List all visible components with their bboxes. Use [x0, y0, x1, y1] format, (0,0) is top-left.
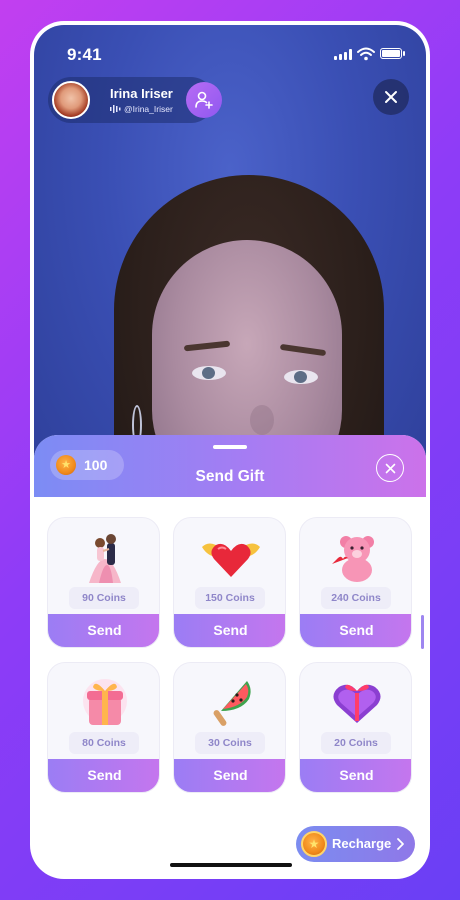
gift-card[interactable]: 30 Coins Send — [173, 662, 286, 793]
close-live-button[interactable] — [373, 79, 409, 115]
scrollbar-thumb[interactable] — [421, 615, 424, 649]
cellular-signal-icon — [334, 49, 352, 60]
coin-icon: ★ — [301, 831, 327, 857]
close-sheet-button[interactable] — [376, 454, 404, 482]
phone-frame: 9:41 Irina Iriser @Irina_Iriser ★ 100 Se… — [30, 21, 430, 879]
streamer-handle: @Irina_Iriser — [124, 104, 173, 114]
wifi-icon — [357, 47, 375, 61]
gift-grid: 90 Coins Send 150 Coins Send 240 Coins S… — [47, 517, 413, 793]
home-indicator[interactable] — [170, 863, 292, 867]
add-user-icon — [195, 91, 213, 109]
streamer-nose — [250, 405, 274, 435]
gift-card[interactable]: 20 Coins Send — [299, 662, 412, 793]
heart-chocolate-box-icon — [300, 671, 411, 733]
chevron-right-icon — [397, 838, 404, 850]
streamer-eye — [284, 370, 318, 384]
gift-price: 80 Coins — [69, 732, 139, 754]
send-gift-button[interactable]: Send — [174, 614, 285, 647]
send-gift-button[interactable]: Send — [48, 759, 159, 792]
app-screen: 9:41 Irina Iriser @Irina_Iriser ★ 100 Se… — [34, 25, 426, 875]
watermelon-popsicle-icon — [174, 671, 285, 733]
follow-button[interactable] — [186, 82, 222, 118]
streamer-profile-pill[interactable]: Irina Iriser @Irina_Iriser — [48, 77, 222, 123]
teddy-bear-icon — [300, 526, 411, 588]
status-bar: 9:41 — [34, 25, 426, 75]
gift-card[interactable]: 80 Coins Send — [47, 662, 160, 793]
send-gift-button[interactable]: Send — [300, 759, 411, 792]
gift-price: 90 Coins — [69, 587, 139, 609]
gift-price: 20 Coins — [321, 732, 391, 754]
send-gift-sheet: ★ 100 Send Gift 90 Coins Send 150 Coins … — [34, 435, 426, 875]
streamer-eye — [192, 366, 226, 380]
status-time: 9:41 — [67, 45, 102, 64]
send-gift-button[interactable]: Send — [300, 614, 411, 647]
gift-box-icon — [48, 671, 159, 733]
close-icon — [385, 91, 397, 103]
gift-price: 240 Coins — [321, 587, 391, 609]
recharge-label: Recharge — [332, 836, 392, 851]
close-icon — [385, 463, 395, 473]
battery-icon — [380, 48, 402, 59]
gift-card[interactable]: 240 Coins Send — [299, 517, 412, 648]
voice-wave-icon — [110, 105, 121, 113]
drag-handle[interactable] — [213, 445, 247, 449]
streamer-name: Irina Iriser — [110, 86, 173, 101]
send-gift-button[interactable]: Send — [174, 759, 285, 792]
sheet-title: Send Gift — [195, 468, 265, 485]
recharge-button[interactable]: ★ Recharge — [296, 826, 415, 862]
battery-tip — [403, 51, 405, 56]
gift-price: 150 Coins — [195, 587, 265, 609]
gift-card[interactable]: 90 Coins Send — [47, 517, 160, 648]
dancing-couple-icon — [48, 526, 159, 588]
send-gift-button[interactable]: Send — [48, 614, 159, 647]
sheet-header: ★ 100 Send Gift — [34, 435, 426, 497]
avatar[interactable] — [52, 81, 90, 119]
gift-card[interactable]: 150 Coins Send — [173, 517, 286, 648]
winged-heart-icon — [174, 526, 285, 588]
gift-price: 30 Coins — [195, 732, 265, 754]
